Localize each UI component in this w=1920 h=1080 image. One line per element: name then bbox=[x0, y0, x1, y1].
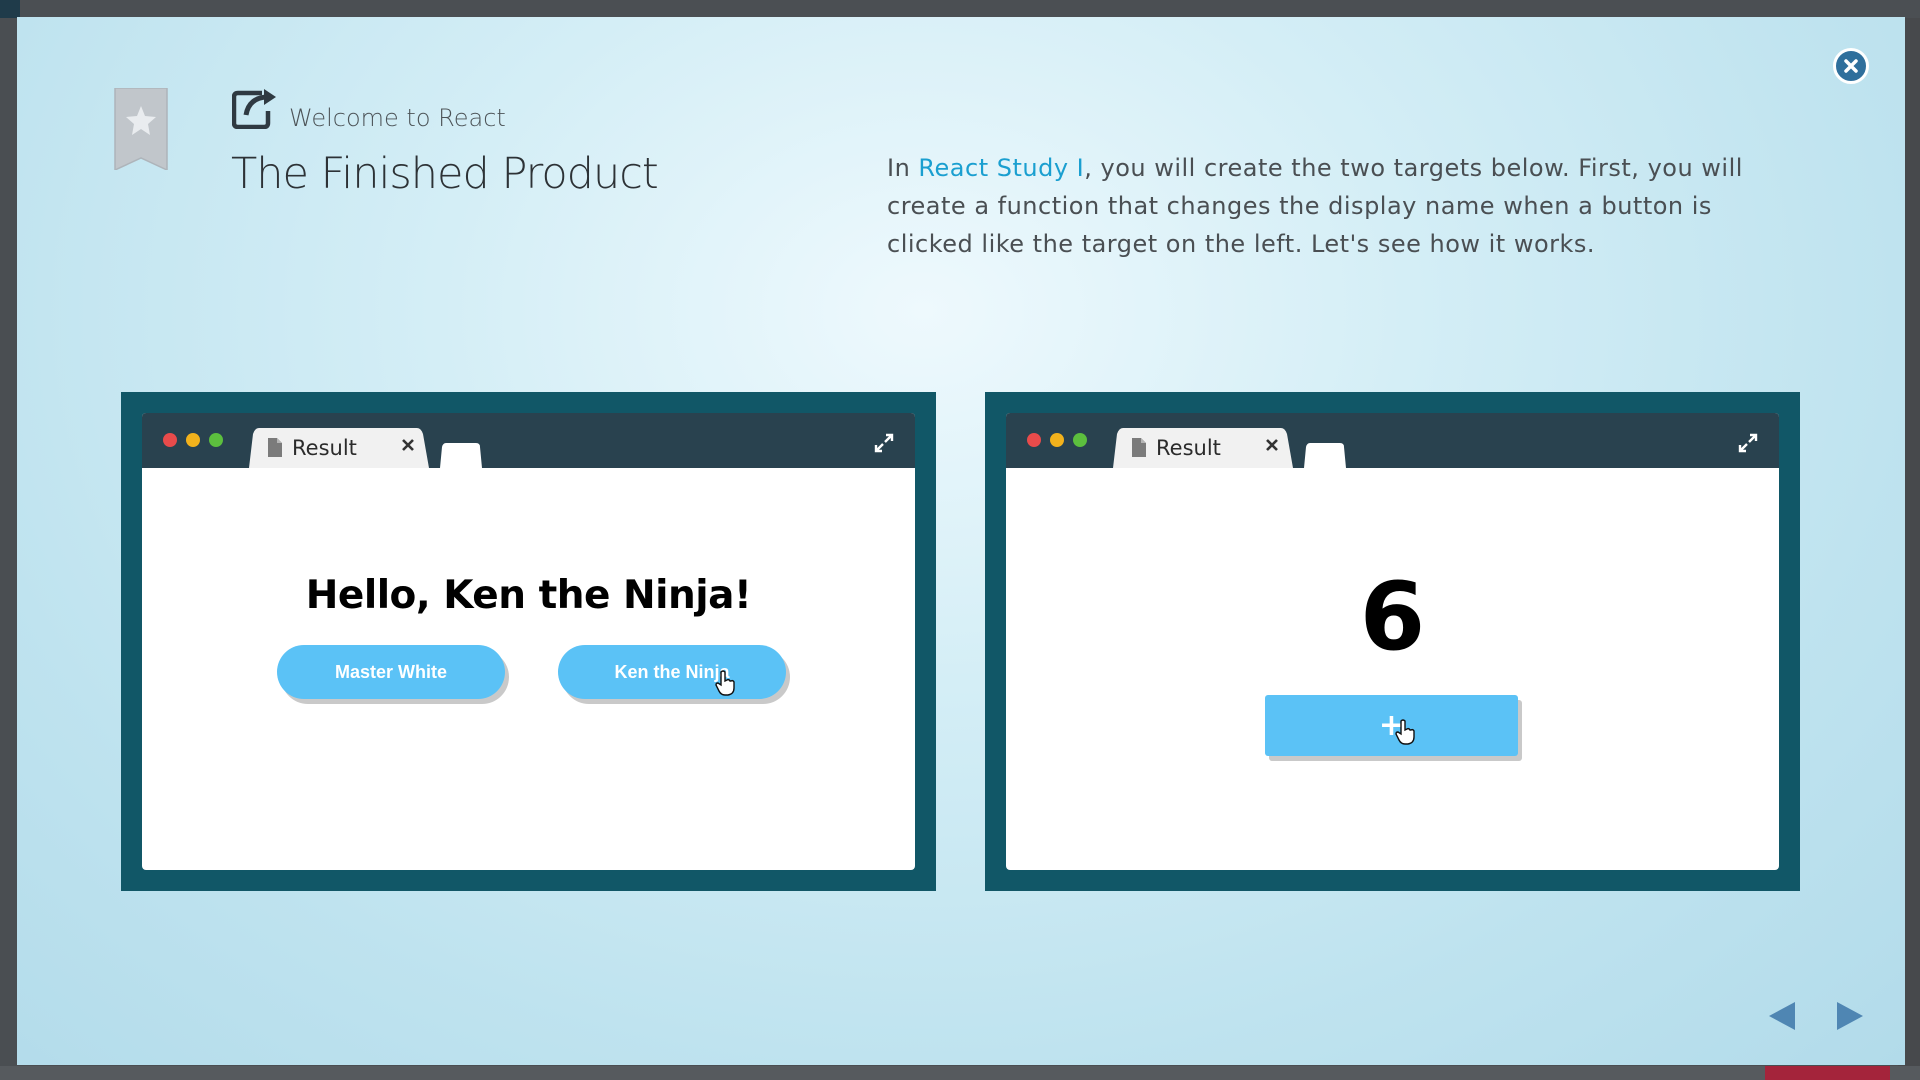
master-white-button[interactable]: Master White bbox=[277, 645, 505, 699]
file-icon bbox=[268, 438, 282, 457]
window-maximize-dot bbox=[209, 433, 223, 447]
window-minimize-dot bbox=[1050, 433, 1064, 447]
browser-chrome: Result bbox=[1006, 413, 1779, 468]
counter-value: 6 bbox=[1359, 563, 1426, 672]
description-text: In React Study I, you will create the tw… bbox=[887, 149, 1767, 263]
browser-window: Result 6 + bbox=[1006, 413, 1779, 870]
close-button[interactable] bbox=[1833, 48, 1869, 84]
page-title: The Finished Product bbox=[231, 149, 659, 199]
tab-label: Result bbox=[1156, 436, 1221, 460]
expand-icon[interactable] bbox=[874, 433, 894, 453]
arrow-left-icon[interactable] bbox=[1767, 1000, 1797, 1032]
tab-label: Result bbox=[292, 436, 357, 460]
demo-panel-counter: Result 6 + bbox=[985, 392, 1800, 891]
hand-cursor-icon bbox=[1395, 719, 1415, 745]
tab-close-icon[interactable] bbox=[400, 437, 416, 453]
background-logo bbox=[0, 0, 20, 18]
background-contact-button[interactable] bbox=[1765, 1066, 1890, 1080]
demo-panel-name-change: Result Hello, Ken the Ninja! Master Whit… bbox=[121, 392, 936, 891]
greeting-heading: Hello, Ken the Ninja! bbox=[305, 573, 752, 618]
ken-the-ninja-button[interactable]: Ken the Ninja bbox=[558, 645, 786, 699]
new-tab-icon[interactable] bbox=[1304, 441, 1346, 468]
bookmark-star-icon[interactable] bbox=[113, 88, 169, 170]
increment-button[interactable]: + bbox=[1265, 695, 1518, 756]
close-icon bbox=[1844, 59, 1858, 73]
modal: Welcome to React The Finished Product In… bbox=[17, 17, 1905, 1065]
tab-close-icon[interactable] bbox=[1264, 437, 1280, 453]
window-minimize-dot bbox=[186, 433, 200, 447]
react-study-link[interactable]: React Study I bbox=[918, 154, 1084, 182]
browser-window: Result Hello, Ken the Ninja! Master Whit… bbox=[142, 413, 915, 870]
window-close-dot bbox=[163, 433, 177, 447]
external-link-icon bbox=[232, 89, 276, 129]
hand-cursor-icon bbox=[715, 670, 735, 696]
browser-chrome: Result bbox=[142, 413, 915, 468]
new-tab-icon[interactable] bbox=[440, 441, 482, 468]
expand-icon[interactable] bbox=[1738, 433, 1758, 453]
lesson-subtitle: Welcome to React bbox=[289, 104, 506, 132]
background-bottom-bar bbox=[0, 1066, 1920, 1080]
window-maximize-dot bbox=[1073, 433, 1087, 447]
file-icon bbox=[1132, 438, 1146, 457]
background-top-bar bbox=[0, 0, 1920, 18]
window-close-dot bbox=[1027, 433, 1041, 447]
arrow-right-icon[interactable] bbox=[1835, 1000, 1865, 1032]
description-prefix: In bbox=[887, 154, 919, 182]
